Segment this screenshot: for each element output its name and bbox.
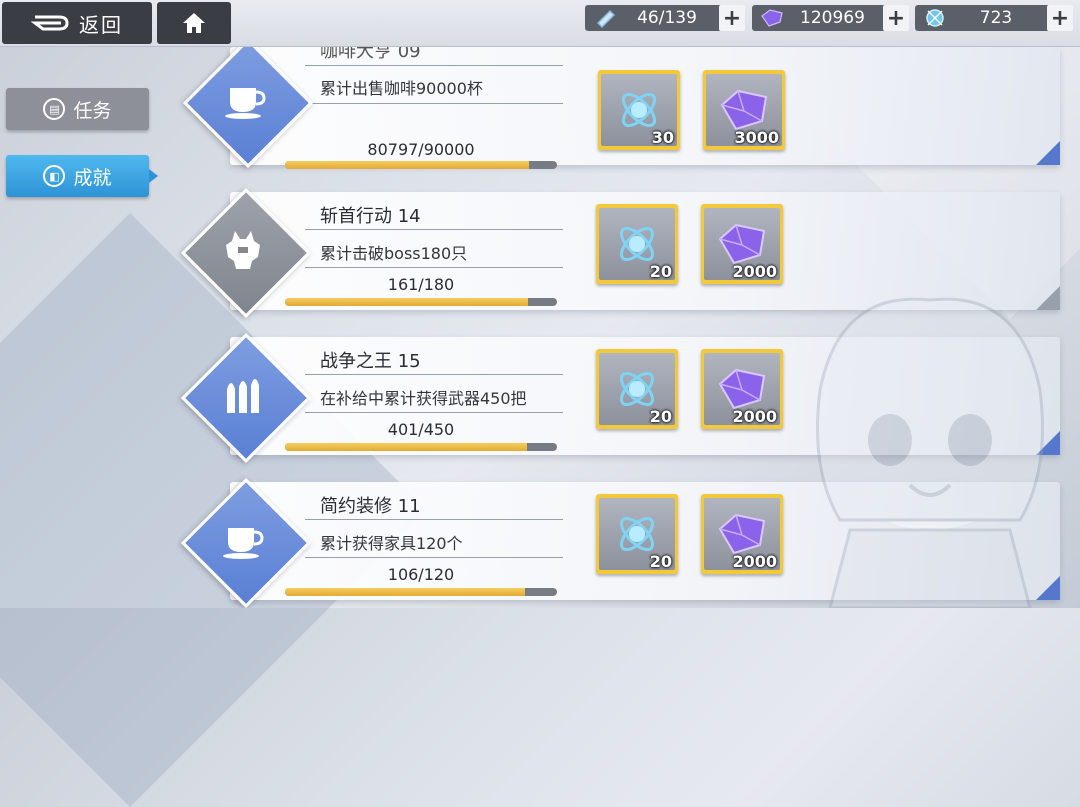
coffee-cup-icon — [223, 528, 264, 559]
top-bar: 返回 46/139 + 120969 + 723 + — [0, 0, 1080, 47]
divider — [305, 519, 563, 520]
reward-gem[interactable]: 3000 — [703, 70, 785, 150]
achievement-desc: 在补给中累计获得武器450把 — [320, 389, 527, 408]
add-stamina-button[interactable]: + — [719, 5, 745, 31]
reward-gem[interactable]: 2000 — [701, 204, 783, 284]
card-corner — [1036, 576, 1060, 600]
stamina-resource: 46/139 + — [585, 5, 745, 31]
divider — [305, 65, 563, 66]
achievement-card: 咖啡大亨 09 累计出售咖啡90000杯 80797/90000 30 3000 — [230, 47, 1060, 169]
bullets-icon — [227, 379, 259, 413]
back-button[interactable]: 返回 — [2, 2, 152, 44]
reward-crystal[interactable]: 20 — [596, 204, 678, 284]
tab-task-label: 任务 — [73, 99, 112, 122]
coffee-cup-icon — [225, 88, 266, 119]
divider — [305, 229, 563, 230]
progress-text: 106/120 — [387, 565, 455, 584]
reward-gem[interactable]: 2000 — [701, 349, 783, 429]
achievement-card: 简约装修 11 累计获得家具120个 106/120 20 2000 — [230, 482, 1060, 600]
purple-gem-icon — [718, 368, 766, 410]
achievement-title: 咖啡大亨 09 — [320, 47, 421, 62]
gem-resource: 120969 + — [752, 5, 909, 31]
divider — [305, 374, 563, 375]
achievement-badge — [180, 332, 312, 464]
achievement-badge — [182, 47, 314, 169]
achievement-card: 战争之王 15 在补给中累计获得武器450把 401/450 20 2000 — [230, 337, 1060, 455]
progress-bar — [285, 443, 557, 451]
reward-amount: 2000 — [732, 262, 777, 281]
achievement-title: 斩首行动 14 — [320, 206, 421, 227]
achievement-desc: 累计击破boss180只 — [320, 244, 468, 263]
tab-achievement[interactable]: ◧ 成就 — [6, 155, 158, 197]
achievement-badge — [180, 477, 312, 608]
achievement-icon: ◧ — [43, 165, 66, 187]
stamina-icon — [591, 5, 619, 31]
divider — [305, 103, 563, 104]
progress-bar — [285, 161, 557, 169]
achievement-title: 简约装修 11 — [320, 496, 421, 517]
divider — [305, 557, 563, 558]
achievement-desc: 累计出售咖啡90000杯 — [320, 79, 483, 98]
home-button[interactable] — [157, 2, 231, 44]
reward-gem[interactable]: 2000 — [701, 494, 783, 574]
progress-fill — [285, 161, 530, 169]
reward-amount: 3000 — [734, 128, 779, 147]
progress-bar — [285, 588, 557, 596]
divider — [305, 267, 563, 268]
task-icon: ▤ — [43, 98, 66, 120]
tab-task[interactable]: ▤ 任务 — [6, 88, 149, 130]
reward-amount: 20 — [649, 262, 672, 281]
card-corner — [1036, 141, 1060, 165]
progress-bar — [285, 298, 557, 306]
progress-text: 401/450 — [387, 420, 455, 439]
divider — [305, 412, 563, 413]
robot-boss-icon — [226, 231, 260, 269]
reward-crystal[interactable]: 30 — [598, 70, 680, 150]
progress-fill — [285, 298, 529, 306]
progress-text: 80797/90000 — [367, 140, 475, 159]
progress-fill — [285, 588, 526, 596]
progress-text: 161/180 — [387, 275, 455, 294]
reward-amount: 2000 — [732, 552, 777, 571]
purple-gem-icon — [720, 89, 768, 131]
reward-amount: 2000 — [732, 407, 777, 426]
achievement-badge — [180, 187, 312, 319]
progress-fill — [285, 443, 528, 451]
stamina-value: 46/139 — [637, 8, 697, 28]
back-label: 返回 — [79, 12, 123, 37]
reward-amount: 30 — [651, 128, 674, 147]
purple-gem-icon — [758, 5, 786, 31]
tab-achievement-label: 成就 — [73, 166, 112, 189]
achievement-desc: 累计获得家具120个 — [320, 534, 463, 553]
achievement-list[interactable]: 咖啡大亨 09 累计出售咖啡90000杯 80797/90000 30 3000… — [150, 47, 1080, 608]
reward-amount: 20 — [649, 552, 672, 571]
reward-crystal[interactable]: 20 — [596, 349, 678, 429]
gem-value: 120969 — [800, 8, 865, 28]
add-gem-button[interactable]: + — [883, 5, 909, 31]
reward-crystal[interactable]: 20 — [596, 494, 678, 574]
purple-gem-icon — [718, 513, 766, 555]
achievement-card: 斩首行动 14 累计击破boss180只 161/180 20 2000 — [230, 192, 1060, 310]
home-icon — [183, 13, 205, 33]
crystal-value: 723 — [979, 8, 1013, 28]
card-corner — [1036, 431, 1060, 455]
crystal-icon — [921, 5, 949, 31]
back-arrow-icon — [31, 15, 69, 31]
crystal-resource: 723 + — [915, 5, 1073, 31]
achievement-title: 战争之王 15 — [320, 351, 421, 372]
card-corner — [1036, 286, 1060, 310]
purple-gem-icon — [718, 223, 766, 265]
reward-amount: 20 — [649, 407, 672, 426]
add-crystal-button[interactable]: + — [1047, 5, 1073, 31]
